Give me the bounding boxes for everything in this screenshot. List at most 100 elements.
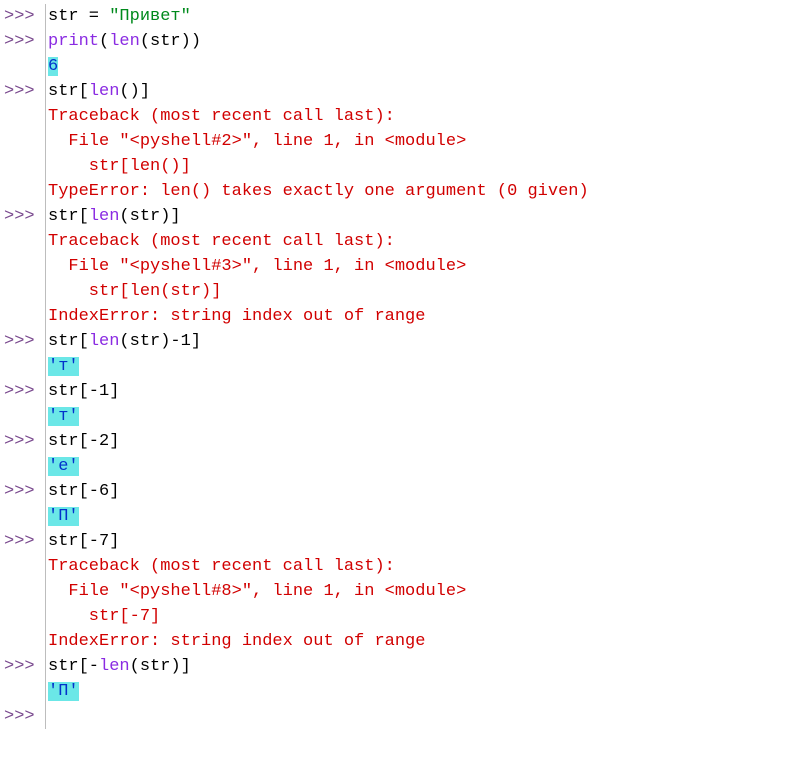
line-content: str[len()]	[46, 79, 811, 104]
builtin-name: len	[89, 332, 120, 351]
shell-line: 'П'	[4, 679, 811, 704]
line-content: Traceback (most recent call last):	[46, 554, 811, 579]
shell-line: str[len()]	[4, 154, 811, 179]
error-text: File "<pyshell#3>", line 1, in <module>	[48, 257, 466, 276]
line-content: str[len(str)]	[46, 279, 811, 304]
builtin-name: print	[48, 32, 99, 51]
shell-line: >>>str[len(str)]	[4, 204, 811, 229]
shell-line: File "<pyshell#3>", line 1, in <module>	[4, 254, 811, 279]
line-content: str[-7]	[46, 604, 811, 629]
shell-line: Traceback (most recent call last):	[4, 229, 811, 254]
prompt-gutter: >>>	[4, 479, 46, 504]
continuation-gutter	[4, 604, 46, 629]
builtin-name: len	[109, 32, 140, 51]
continuation-gutter	[4, 304, 46, 329]
operator: )]	[160, 207, 180, 226]
line-content: 'П'	[46, 504, 811, 529]
operator: [-1]	[79, 382, 120, 401]
shell-line: >>>str[-len(str)]	[4, 654, 811, 679]
shell-line: 6	[4, 54, 811, 79]
string-literal: "Привет"	[109, 7, 191, 26]
operator: )]	[170, 657, 190, 676]
identifier: str	[48, 382, 79, 401]
operator: (	[119, 207, 129, 226]
line-content: str[len(str)-1]	[46, 329, 811, 354]
shell-line: Traceback (most recent call last):	[4, 554, 811, 579]
line-content: File "<pyshell#3>", line 1, in <module>	[46, 254, 811, 279]
identifier: str	[48, 532, 79, 551]
operator: ))	[181, 32, 201, 51]
identifier: str	[48, 332, 79, 351]
line-content: str[-len(str)]	[46, 654, 811, 679]
continuation-gutter	[4, 154, 46, 179]
operator: [-	[79, 657, 99, 676]
line-content: str[-6]	[46, 479, 811, 504]
operator: (	[140, 32, 150, 51]
error-text: Traceback (most recent call last):	[48, 557, 395, 576]
shell-line: >>>str[len(str)-1]	[4, 329, 811, 354]
builtin-name: len	[99, 657, 130, 676]
continuation-gutter	[4, 554, 46, 579]
shell-line: >>>str[len()]	[4, 79, 811, 104]
builtin-name: len	[89, 207, 120, 226]
prompt-gutter: >>>	[4, 379, 46, 404]
shell-line: 'е'	[4, 454, 811, 479]
prompt-gutter: >>>	[4, 204, 46, 229]
shell-line: File "<pyshell#2>", line 1, in <module>	[4, 129, 811, 154]
identifier: str	[48, 482, 79, 501]
line-content: str[-2]	[46, 429, 811, 454]
line-content: str[-1]	[46, 379, 811, 404]
continuation-gutter	[4, 179, 46, 204]
operator: ()]	[119, 82, 150, 101]
identifier: str	[48, 657, 79, 676]
shell-line: Traceback (most recent call last):	[4, 104, 811, 129]
identifier: str	[130, 207, 161, 226]
prompt-gutter: >>>	[4, 429, 46, 454]
line-content: str[-7]	[46, 529, 811, 554]
operator: (	[119, 332, 129, 351]
shell-line: IndexError: string index out of range	[4, 629, 811, 654]
shell-line: >>>str[-7]	[4, 529, 811, 554]
continuation-gutter	[4, 629, 46, 654]
line-content: 'П'	[46, 679, 811, 704]
identifier: str	[48, 207, 79, 226]
operator: [	[79, 207, 89, 226]
line-content: 'е'	[46, 454, 811, 479]
shell-line: >>>str = "Привет"	[4, 4, 811, 29]
builtin-name: len	[89, 82, 120, 101]
continuation-gutter	[4, 579, 46, 604]
continuation-gutter	[4, 229, 46, 254]
prompt-gutter: >>>	[4, 704, 46, 729]
error-text: str[-7]	[48, 607, 160, 626]
line-content: 'т'	[46, 404, 811, 429]
line-content: File "<pyshell#8>", line 1, in <module>	[46, 579, 811, 604]
line-content: str[len(str)]	[46, 204, 811, 229]
error-text: File "<pyshell#2>", line 1, in <module>	[48, 132, 466, 151]
shell-line: >>>str[-6]	[4, 479, 811, 504]
line-content: Traceback (most recent call last):	[46, 104, 811, 129]
operator: [-2]	[79, 432, 120, 451]
continuation-gutter	[4, 354, 46, 379]
python-idle-shell[interactable]: >>>str = "Привет">>>print(len(str)) 6>>>…	[0, 0, 811, 733]
error-text: str[len(str)]	[48, 282, 221, 301]
identifier: str	[130, 332, 161, 351]
shell-line: >>>str[-2]	[4, 429, 811, 454]
operator: (	[99, 32, 109, 51]
continuation-gutter	[4, 454, 46, 479]
continuation-gutter	[4, 504, 46, 529]
operator: =	[79, 7, 110, 26]
operator: [	[79, 82, 89, 101]
continuation-gutter	[4, 279, 46, 304]
line-content: print(len(str))	[46, 29, 811, 54]
continuation-gutter	[4, 104, 46, 129]
output-text: 'т'	[48, 357, 79, 376]
shell-line: IndexError: string index out of range	[4, 304, 811, 329]
continuation-gutter	[4, 679, 46, 704]
error-text: str[len()]	[48, 157, 191, 176]
shell-line: 'П'	[4, 504, 811, 529]
shell-line: TypeError: len() takes exactly one argum…	[4, 179, 811, 204]
continuation-gutter	[4, 404, 46, 429]
line-content: IndexError: string index out of range	[46, 304, 811, 329]
identifier: str	[48, 7, 79, 26]
prompt-gutter: >>>	[4, 4, 46, 29]
